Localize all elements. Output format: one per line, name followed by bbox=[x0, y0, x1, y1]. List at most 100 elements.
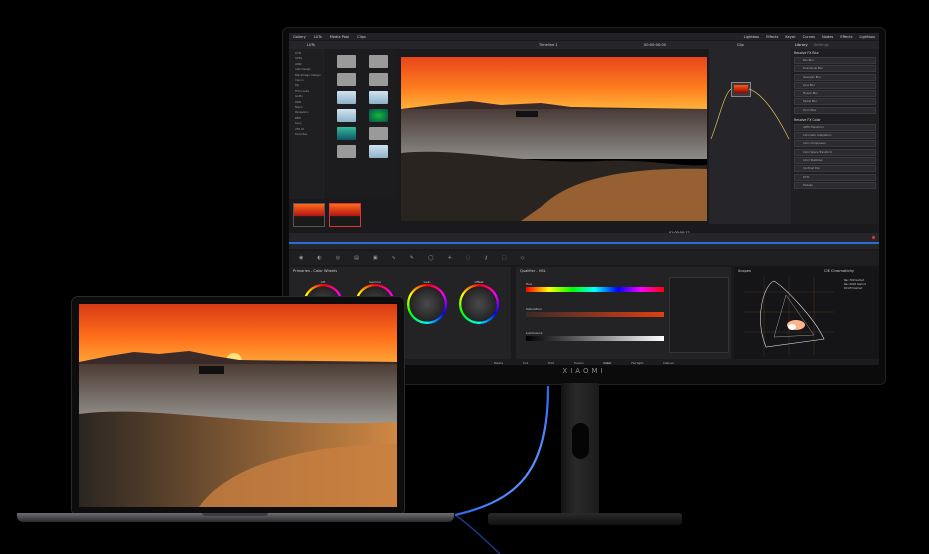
page-color[interactable]: Color bbox=[604, 361, 612, 365]
camera-raw-icon[interactable]: ◉ bbox=[299, 255, 303, 261]
lut-folder-2[interactable] bbox=[366, 55, 390, 68]
lut-preview-3[interactable] bbox=[334, 109, 358, 122]
lut-preview-1[interactable] bbox=[334, 91, 358, 104]
color-match-icon[interactable]: ◐ bbox=[317, 255, 321, 261]
toolbar-luts[interactable]: LUTs bbox=[314, 35, 322, 39]
sizing-icon[interactable]: ⬚ bbox=[502, 255, 507, 261]
node-connections bbox=[710, 88, 790, 140]
library-effect-item[interactable]: Gaussian Blur bbox=[794, 73, 876, 81]
page-fairlight[interactable]: Fairlight bbox=[631, 361, 643, 365]
toolbar-effects-a[interactable]: Effects bbox=[766, 35, 778, 39]
viewer[interactable] bbox=[401, 57, 707, 221]
library-effect-item[interactable]: Color Space Transform bbox=[794, 148, 876, 156]
scopes-mode[interactable]: CIE Chromaticity bbox=[824, 269, 854, 273]
lut-preview-image bbox=[336, 109, 356, 122]
luminance-bar[interactable] bbox=[526, 336, 664, 341]
timeline-marker[interactable] bbox=[872, 236, 875, 239]
page-deliver[interactable]: Deliver bbox=[663, 361, 674, 365]
folder-icon bbox=[336, 55, 356, 68]
laptop-wallpaper-image bbox=[79, 304, 397, 507]
clip-thumbnail-1[interactable] bbox=[293, 203, 325, 227]
rgb-mixer-icon[interactable]: ▤ bbox=[354, 255, 359, 261]
color-list: ACES Transform Chromatic Adaptation Color … bbox=[791, 123, 879, 189]
library-effect-item[interactable]: Mosaic Blur bbox=[794, 90, 876, 98]
gain-wheel[interactable] bbox=[407, 284, 447, 324]
viewer-image bbox=[401, 57, 707, 221]
library-effect-item[interactable]: Contrast Pop bbox=[794, 165, 876, 173]
toolbar-effects-b[interactable]: Effects bbox=[840, 35, 852, 39]
window-icon[interactable]: ◯ bbox=[428, 255, 434, 261]
wheels-title: Primaries - Color Wheels bbox=[293, 269, 338, 273]
library-tab[interactable]: Library bbox=[795, 43, 808, 47]
hue-bar[interactable] bbox=[526, 287, 664, 292]
toolbar-keyer[interactable]: Keyer bbox=[785, 35, 795, 39]
gamma-label: Gamma bbox=[369, 280, 381, 284]
toolbar-gallery[interactable]: Gallery bbox=[293, 35, 306, 39]
lut-folder-6[interactable] bbox=[334, 145, 358, 158]
color-wheels-icon[interactable]: ◎ bbox=[336, 255, 340, 261]
lut-preview-6[interactable] bbox=[366, 145, 390, 158]
library-effect-item[interactable]: Chromatic Adaptation bbox=[794, 132, 876, 140]
blur-icon[interactable]: ◌ bbox=[466, 255, 470, 261]
page-edit[interactable]: Edit bbox=[548, 361, 554, 365]
lut-browser bbox=[326, 49, 396, 199]
qualifier-icon[interactable]: ✎ bbox=[410, 255, 414, 261]
library-effect-item[interactable]: Box Blur bbox=[794, 57, 876, 64]
lut-preview-4[interactable] bbox=[366, 109, 390, 122]
toolbar-curves[interactable]: Curves bbox=[803, 35, 815, 39]
lut-folder-3[interactable] bbox=[334, 73, 358, 86]
gain-wheel-wrap: Gain bbox=[407, 280, 447, 324]
motion-effects-icon[interactable]: ▣ bbox=[373, 255, 378, 261]
color-tool-icons: ◉ ◐ ◎ ▤ ▣ ∿ ✎ ◯ ✛ ◌ ⚷ ⬚ ◇ bbox=[289, 251, 879, 261]
lut-tree-item[interactable]: Favorites bbox=[295, 132, 325, 137]
qualifier-lum-label: Luminance bbox=[526, 331, 543, 335]
toolbar-lightbox-left[interactable]: Lightbox bbox=[744, 35, 759, 39]
settings-tab[interactable]: Settings bbox=[814, 43, 829, 47]
lift-label: Lift bbox=[320, 280, 326, 284]
page-fusion[interactable]: Fusion bbox=[574, 361, 584, 365]
key-icon[interactable]: ⚷ bbox=[484, 255, 488, 261]
saturation-bar[interactable] bbox=[526, 312, 664, 317]
lut-folder-5[interactable] bbox=[366, 127, 390, 140]
library-effect-item[interactable]: Color Compressor bbox=[794, 140, 876, 148]
laptop-lid bbox=[72, 297, 404, 515]
toolbar-media-pool[interactable]: Media Pool bbox=[330, 35, 349, 39]
lut-preview-image bbox=[368, 91, 388, 104]
node-editor[interactable] bbox=[709, 49, 791, 224]
lut-folder-1[interactable] bbox=[334, 55, 358, 68]
cie-chromaticity-plot bbox=[744, 277, 834, 355]
page-cut[interactable]: Cut bbox=[523, 361, 528, 365]
toolbar-clips[interactable]: Clips bbox=[357, 35, 366, 39]
library-effect-item[interactable]: Zoom Blur bbox=[794, 106, 876, 114]
lut-folder-4[interactable] bbox=[366, 73, 390, 86]
scope-legend: Rec.709 Gamut Rec.2020 Gamut DCI-P3 Gamu… bbox=[844, 279, 866, 291]
library-effect-item[interactable]: Color Stabilizer bbox=[794, 156, 876, 164]
library-effect-item[interactable]: Directional Blur bbox=[794, 65, 876, 73]
library-effect-item[interactable]: Dehaze bbox=[794, 181, 876, 189]
clip-thumbnail-2[interactable] bbox=[329, 203, 361, 227]
library-effect-item[interactable]: Radial Blur bbox=[794, 98, 876, 106]
toolbar-lightbox-right[interactable]: Lightbox bbox=[860, 35, 875, 39]
qualifier-sat-label: Saturation bbox=[526, 307, 542, 311]
gain-label: Gain bbox=[423, 280, 431, 284]
scopes-panel: Scopes CIE Chromaticity Rec.709 Gamut Re… bbox=[734, 267, 879, 359]
library-effect-item[interactable]: Lens Blur bbox=[794, 81, 876, 89]
library-effect-item[interactable]: ACES Transform bbox=[794, 123, 876, 131]
lut-preview-5[interactable] bbox=[334, 127, 358, 140]
lut-tree: LUTs ACES ARRI Astrodesign Blackmagic Design… bbox=[289, 49, 325, 199]
library-heading-blur: Resolve FX Blur bbox=[794, 51, 819, 55]
mini-timeline[interactable] bbox=[289, 233, 879, 249]
tracker-icon[interactable]: ✛ bbox=[448, 255, 452, 261]
timeline-name[interactable]: Timeline 1 bbox=[539, 43, 558, 47]
offset-wheel[interactable] bbox=[459, 284, 499, 324]
toolbar-nodes[interactable]: Nodes bbox=[822, 35, 833, 39]
page-media[interactable]: Media bbox=[494, 361, 503, 365]
lut-grid bbox=[326, 49, 396, 158]
library-effect-item[interactable]: DCTL bbox=[794, 173, 876, 181]
lut-preview-2[interactable] bbox=[366, 91, 390, 104]
clip-label[interactable]: Clip bbox=[737, 43, 744, 47]
color-toolbar: ◉ ◐ ◎ ▤ ▣ ∿ ✎ ◯ ✛ ◌ ⚷ ⬚ ◇ bbox=[289, 251, 879, 265]
3d-icon[interactable]: ◇ bbox=[521, 255, 525, 261]
curves-icon[interactable]: ∿ bbox=[392, 255, 396, 261]
lut-preview-image bbox=[336, 91, 356, 104]
